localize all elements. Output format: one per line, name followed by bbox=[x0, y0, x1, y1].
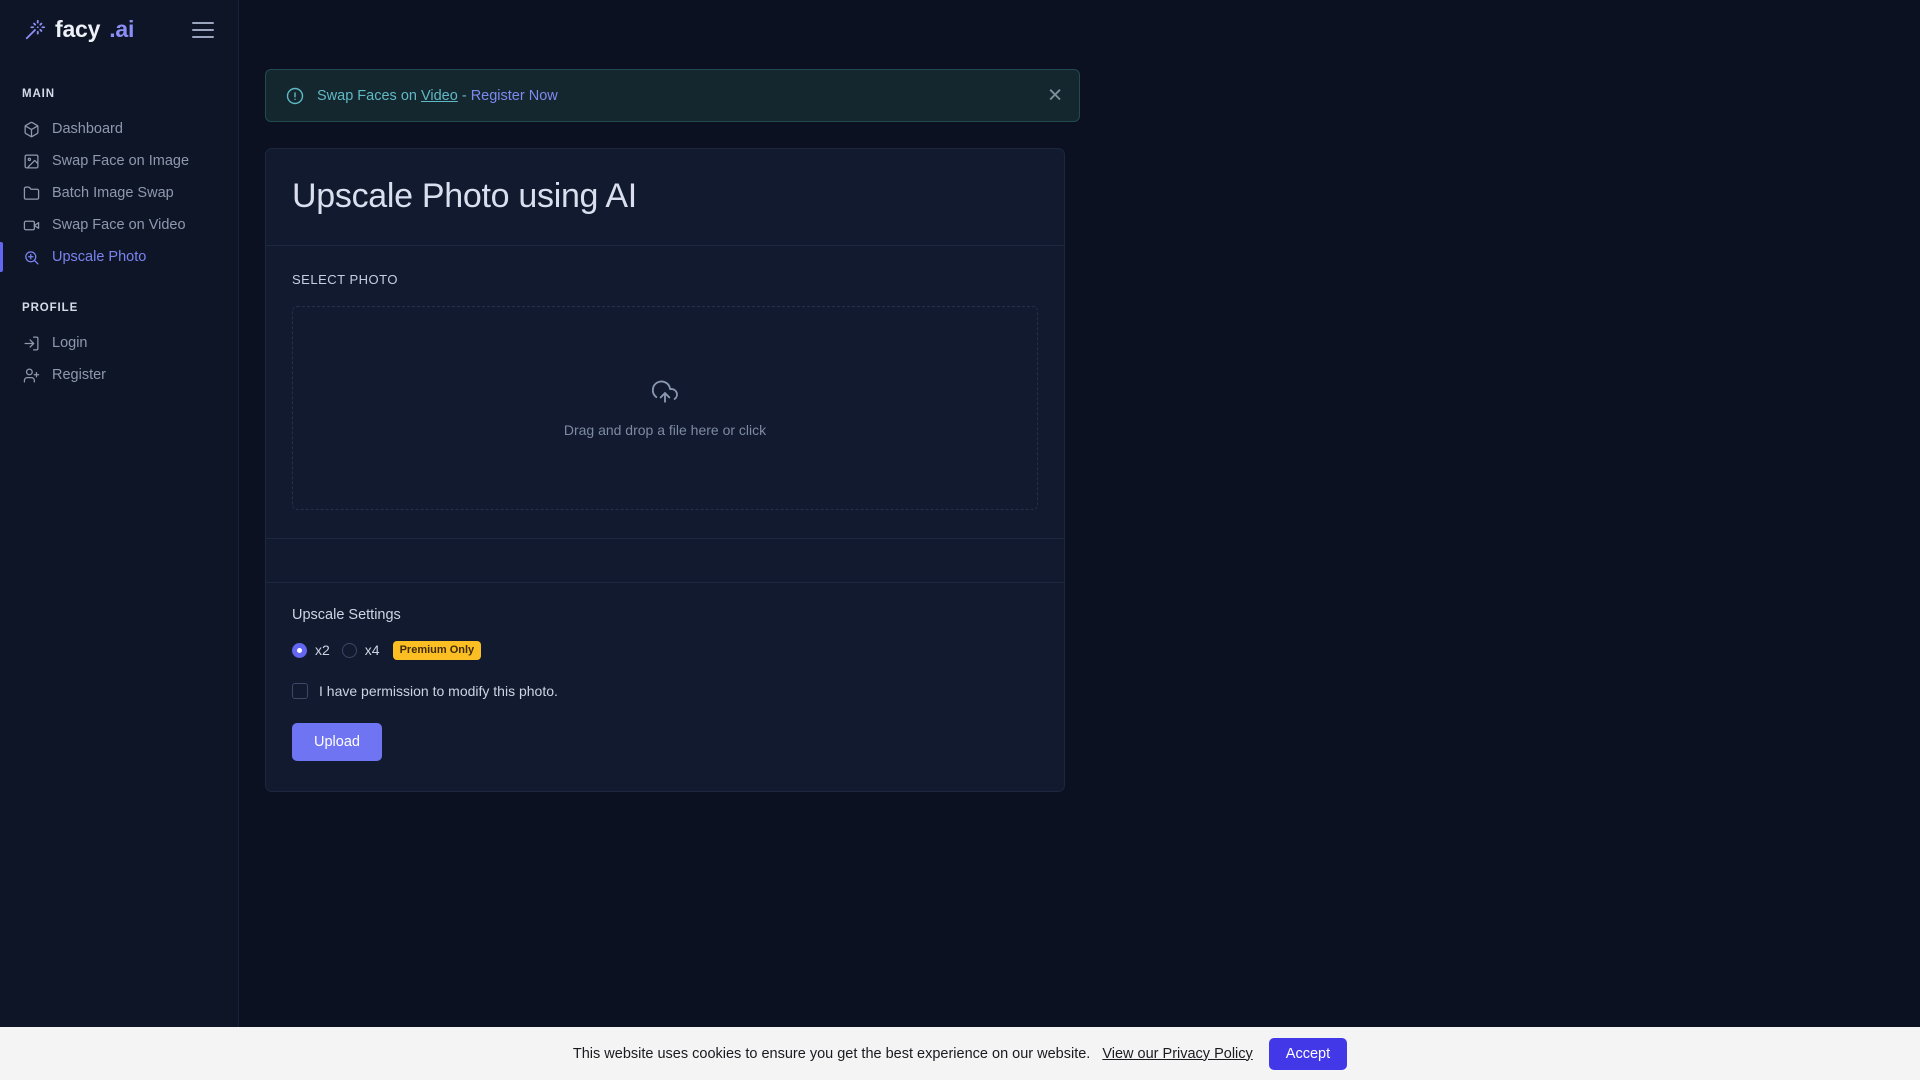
card-header: Upscale Photo using AI bbox=[266, 149, 1064, 246]
sidebar-item-label: Dashboard bbox=[52, 121, 123, 137]
upload-button[interactable]: Upload bbox=[292, 722, 382, 761]
promo-register-link[interactable]: Register Now bbox=[471, 88, 558, 104]
card-spacer-section bbox=[266, 539, 1064, 583]
zoom-in-icon bbox=[22, 248, 40, 266]
sidebar-item-swap-face-on-image[interactable]: Swap Face on Image bbox=[0, 145, 238, 177]
image-icon bbox=[22, 152, 40, 170]
alert-circle-icon bbox=[286, 87, 304, 105]
sidebar-item-swap-face-on-video[interactable]: Swap Face on Video bbox=[0, 209, 238, 241]
app-root: facy .ai MAIN Dashboard Swap Face on Ima… bbox=[0, 0, 1920, 1080]
brand-name: facy bbox=[55, 16, 101, 42]
file-dropzone[interactable]: Drag and drop a file here or click bbox=[292, 306, 1038, 510]
radio-x4[interactable] bbox=[341, 642, 357, 658]
hamburger-menu-icon[interactable] bbox=[192, 18, 218, 42]
cube-icon bbox=[22, 120, 40, 138]
hamburger-line bbox=[192, 29, 214, 31]
sidebar-item-label: Register bbox=[52, 367, 106, 383]
dropzone-label: Drag and drop a file here or click bbox=[563, 421, 767, 438]
radio-x4-label: x4 bbox=[364, 642, 380, 659]
folder-icon bbox=[22, 184, 40, 202]
content-column: Swap Faces on Video - Register Now ✕ Ups… bbox=[265, 69, 1080, 792]
select-photo-label: SELECT PHOTO bbox=[292, 272, 398, 287]
sidebar-item-label: Login bbox=[52, 335, 88, 351]
hamburger-line bbox=[192, 36, 214, 38]
scale-option-x2[interactable]: x2 bbox=[292, 642, 330, 658]
select-photo-section: SELECT PHOTO Drag and drop a file here o… bbox=[266, 246, 1064, 539]
promo-video-link[interactable]: Video bbox=[421, 88, 458, 104]
sidebar-item-label: Swap Face on Image bbox=[52, 153, 190, 169]
hamburger-line bbox=[192, 22, 214, 24]
brand-row: facy .ai bbox=[0, 0, 238, 59]
sidebar-item-label: Upscale Photo bbox=[52, 249, 147, 265]
page-title: Upscale Photo using AI bbox=[292, 177, 637, 215]
brand-suffix: .ai bbox=[109, 16, 135, 42]
sidebar: facy .ai MAIN Dashboard Swap Face on Ima… bbox=[0, 0, 239, 1027]
sidebar-item-batch-image-swap[interactable]: Batch Image Swap bbox=[0, 177, 238, 209]
sidebar-item-label: Swap Face on Video bbox=[52, 217, 186, 233]
permission-checkbox[interactable] bbox=[292, 682, 308, 699]
magic-wand-icon bbox=[24, 19, 46, 41]
video-icon bbox=[22, 216, 40, 234]
sidebar-item-dashboard[interactable]: Dashboard bbox=[0, 113, 238, 145]
sidebar-item-upscale-photo[interactable]: Upscale Photo bbox=[0, 241, 238, 273]
cookie-consent-bar: This website uses cookies to ensure you … bbox=[0, 1027, 1920, 1080]
sidebar-section-label-profile: PROFILE bbox=[22, 302, 79, 314]
premium-only-badge: Premium Only bbox=[392, 641, 482, 660]
close-icon[interactable]: ✕ bbox=[1047, 86, 1063, 105]
promo-banner-text: Swap Faces on Video - Register Now bbox=[317, 88, 558, 104]
sidebar-section-label-main: MAIN bbox=[22, 88, 55, 100]
scale-radio-group: x2 x4 Premium Only bbox=[292, 641, 1038, 660]
sidebar-item-login[interactable]: Login bbox=[0, 327, 238, 359]
upscale-settings-title: Upscale Settings bbox=[292, 607, 401, 623]
cloud-upload-icon bbox=[651, 379, 678, 410]
radio-x2-label: x2 bbox=[315, 642, 330, 659]
sidebar-item-label: Batch Image Swap bbox=[52, 185, 174, 201]
login-icon bbox=[22, 334, 40, 352]
promo-text-lead: Swap Faces on bbox=[317, 87, 421, 104]
main-content: Swap Faces on Video - Register Now ✕ Ups… bbox=[239, 0, 1920, 1027]
promo-banner: Swap Faces on Video - Register Now ✕ bbox=[265, 69, 1080, 122]
brand-logo[interactable]: facy .ai bbox=[24, 16, 134, 43]
user-plus-icon bbox=[22, 366, 40, 384]
sidebar-item-register[interactable]: Register bbox=[0, 359, 238, 391]
cookie-text: This website uses cookies to ensure you … bbox=[572, 1045, 1091, 1062]
upscale-card: Upscale Photo using AI SELECT PHOTO Drag… bbox=[265, 148, 1065, 792]
permission-checkbox-row[interactable]: I have permission to modify this photo. bbox=[292, 682, 1038, 699]
accept-cookies-button[interactable]: Accept bbox=[1268, 1037, 1348, 1070]
promo-separator: - bbox=[457, 87, 471, 104]
radio-x2[interactable] bbox=[292, 642, 307, 658]
permission-label: I have permission to modify this photo. bbox=[319, 682, 558, 699]
scale-option-x4[interactable]: x4 Premium Only bbox=[341, 641, 482, 660]
upscale-settings-section: Upscale Settings x2 x4 Premium Only I ha… bbox=[266, 583, 1064, 791]
privacy-policy-link[interactable]: View our Privacy Policy bbox=[1102, 1046, 1252, 1062]
